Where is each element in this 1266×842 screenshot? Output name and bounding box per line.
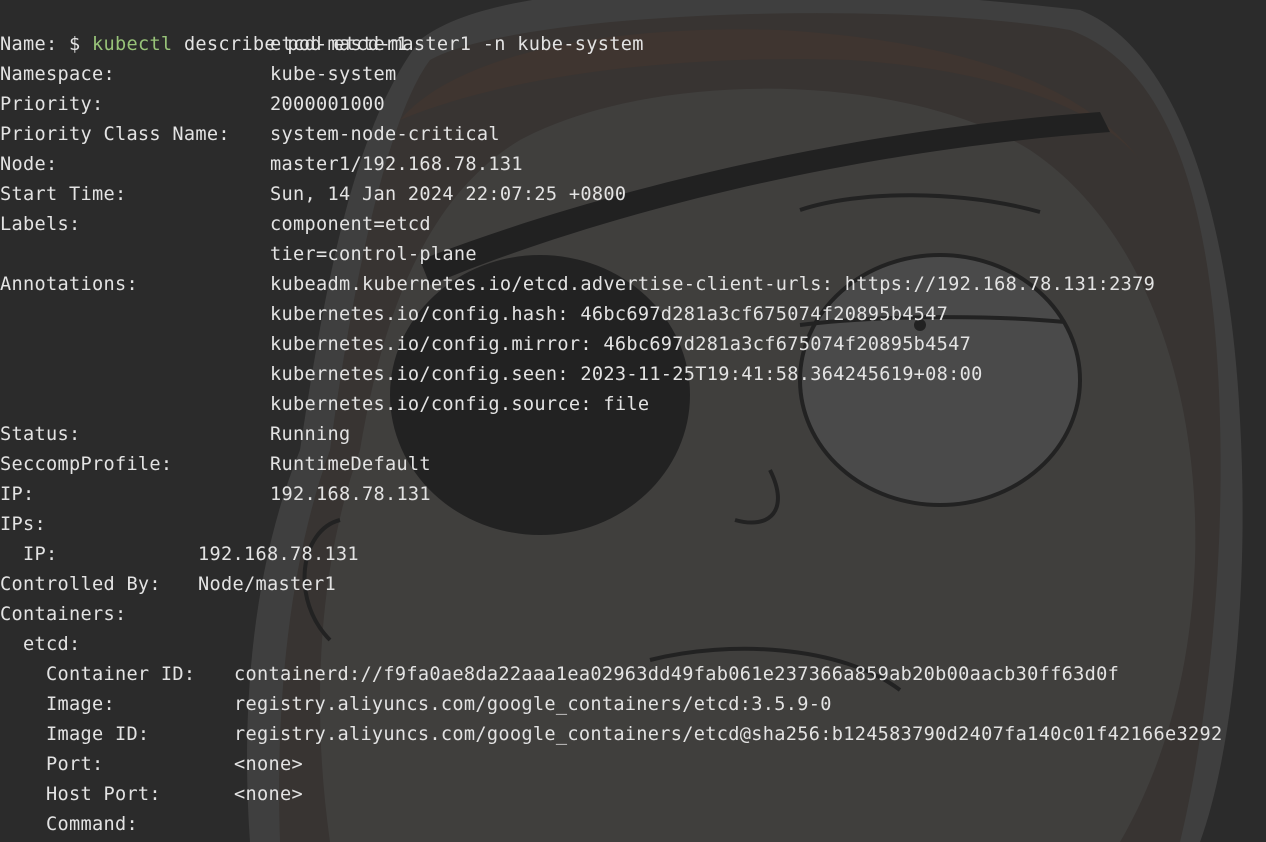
field-value: containerd://f9fa0ae8da22aaa1ea02963dd49… xyxy=(234,664,1120,685)
prompt-symbol: $ xyxy=(68,34,81,55)
field-value: kubernetes.io/config.mirror: 46bc697d281… xyxy=(270,334,972,355)
field-value: etcd-master1 xyxy=(270,34,408,55)
field-key: Image: xyxy=(0,694,115,715)
field-key: Port: xyxy=(0,754,104,775)
field-key: Command: xyxy=(0,814,138,835)
field-value: kube-system xyxy=(270,64,397,85)
terminal-window[interactable]: $ kubectl describe pod etcd-master1 -n k… xyxy=(0,0,1266,842)
command-args: describe pod etcd-master1 -n kube-system xyxy=(183,34,644,55)
field-value: 2000001000 xyxy=(270,94,385,115)
command-prompt-line: $ kubectl describe pod etcd-master1 -n k… xyxy=(0,0,644,55)
field-key: Labels: xyxy=(0,214,81,235)
field-key: IP: xyxy=(0,484,35,505)
field-key: Priority Class Name: xyxy=(0,124,230,145)
field-key: Containers: xyxy=(0,604,127,625)
field-key: Start Time: xyxy=(0,184,127,205)
field-value: kubernetes.io/config.seen: 2023-11-25T19… xyxy=(270,364,983,385)
field-key: Image ID: xyxy=(0,724,150,745)
command-name: kubectl xyxy=(91,34,173,55)
field-key: Annotations: xyxy=(0,274,138,295)
field-key: Controlled By: xyxy=(0,574,161,595)
field-value: kubernetes.io/config.hash: 46bc697d281a3… xyxy=(270,304,949,325)
field-key: etcd: xyxy=(0,634,81,655)
field-key: Container ID: xyxy=(0,664,196,685)
field-key: Name: xyxy=(0,34,58,55)
field-key: Host Port: xyxy=(0,784,161,805)
field-value: registry.aliyuncs.com/google_containers/… xyxy=(234,694,832,715)
field-value: system-node-critical xyxy=(270,124,500,145)
field-value: registry.aliyuncs.com/google_containers/… xyxy=(234,724,1223,745)
field-value: kubeadm.kubernetes.io/etcd.advertise-cli… xyxy=(270,274,1156,295)
field-value: tier=control-plane xyxy=(270,244,477,265)
field-key: Priority: xyxy=(0,94,104,115)
field-value: master1/192.168.78.131 xyxy=(270,154,523,175)
field-value: Node/master1 xyxy=(198,574,336,595)
field-value: <none> xyxy=(234,784,303,805)
field-key: IPs: xyxy=(0,514,46,535)
field-key: IP: xyxy=(0,544,58,565)
field-value: RuntimeDefault xyxy=(270,454,431,475)
field-value: Running xyxy=(270,424,351,445)
field-value: <none> xyxy=(234,754,303,775)
field-key: Node: xyxy=(0,154,58,175)
field-value: 192.168.78.131 xyxy=(270,484,431,505)
field-value: 192.168.78.131 xyxy=(198,544,359,565)
field-value: Sun, 14 Jan 2024 22:07:25 +0800 xyxy=(270,184,627,205)
field-key: Status: xyxy=(0,424,81,445)
field-value: component=etcd xyxy=(270,214,431,235)
field-value: kubernetes.io/config.source: file xyxy=(270,394,650,415)
field-key: SeccompProfile: xyxy=(0,454,173,475)
field-key: Namespace: xyxy=(0,64,115,85)
